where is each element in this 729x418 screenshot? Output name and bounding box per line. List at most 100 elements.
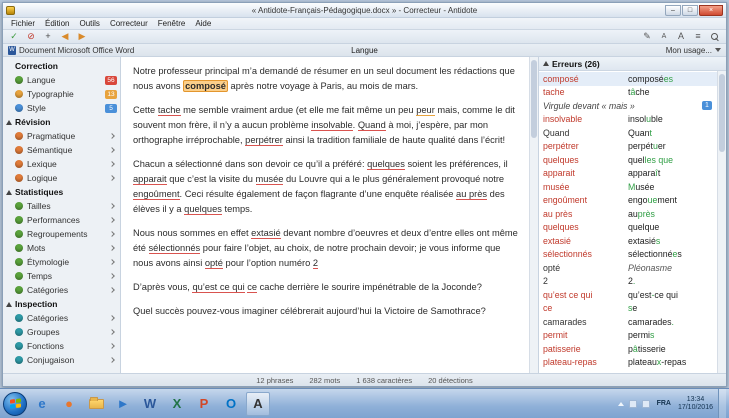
error-row[interactable]: ce se (539, 302, 717, 316)
error-row[interactable]: camarades camarades. (539, 315, 717, 329)
sidebar-item-fonctions[interactable]: Fonctions (3, 339, 120, 353)
error-word[interactable]: composé (183, 80, 228, 92)
approve-icon[interactable]: ✓ (7, 31, 21, 43)
error-row[interactable]: permit permis (539, 329, 717, 343)
document-scrollbar-thumb[interactable] (531, 60, 537, 138)
error-row[interactable]: opté Pléonasme (539, 261, 717, 275)
taskbar-firefox[interactable]: ● (57, 392, 81, 416)
taskbar-word[interactable]: W (138, 392, 162, 416)
sidebar-item-conjugaison[interactable]: Conjugaison (3, 353, 120, 367)
sidebar-item-style[interactable]: Style 5 (3, 101, 120, 115)
menu-fichier[interactable]: Fichier (6, 19, 40, 28)
error-word[interactable]: engoûment (133, 189, 180, 200)
section-revision[interactable]: Révision (3, 115, 120, 129)
error-row[interactable]: 2 2. (539, 275, 717, 289)
sidebar-item-pragmatique[interactable]: Pragmatique (3, 129, 120, 143)
sidebar-item-temps[interactable]: Temps (3, 269, 120, 283)
title-bar[interactable]: « Antidote-Français-Pédagogique.docx » -… (3, 3, 726, 18)
sidebar-item-regroupements[interactable]: Regroupements (3, 227, 120, 241)
error-word[interactable]: quelques (184, 204, 222, 215)
error-word[interactable]: sélectionnés (148, 243, 201, 254)
taskbar-powerpoint[interactable]: P (192, 392, 216, 416)
search-icon[interactable] (708, 31, 722, 43)
volume-icon[interactable] (641, 399, 650, 408)
menu-aide[interactable]: Aide (190, 19, 216, 28)
next-detection-icon[interactable]: ▶ (75, 31, 89, 43)
error-word[interactable]: 2 (312, 258, 319, 269)
sidebar-item-semantique[interactable]: Sémantique (3, 143, 120, 157)
error-row[interactable]: Quand Quant (539, 126, 717, 140)
errors-header[interactable]: Erreurs (26) (539, 57, 726, 71)
previous-detection-icon[interactable]: ◀ (58, 31, 72, 43)
sidebar-item-categories[interactable]: Catégories (3, 283, 120, 297)
sidebar-item-performances[interactable]: Performances (3, 213, 120, 227)
menu-edition[interactable]: Édition (40, 19, 74, 28)
menu-outils[interactable]: Outils (74, 19, 104, 28)
section-inspection[interactable]: Inspection (3, 297, 120, 311)
font-decrease-icon[interactable]: A (657, 31, 671, 43)
maximize-button[interactable]: □ (682, 4, 698, 16)
error-word[interactable]: peur (416, 105, 435, 116)
sidebar-item-groupes[interactable]: Groupes (3, 325, 120, 339)
error-word[interactable]: opté (204, 258, 223, 269)
error-word[interactable]: perpétrer (245, 135, 283, 146)
sidebar-item-tailles[interactable]: Tailles (3, 199, 120, 213)
taskbar-media-player[interactable]: ► (111, 392, 135, 416)
taskbar-excel[interactable]: X (165, 392, 189, 416)
error-row[interactable]: extasié extasiés (539, 234, 717, 248)
error-word[interactable]: apparait (133, 174, 167, 185)
settings-icon[interactable]: ≡ (691, 31, 705, 43)
error-word[interactable]: qu’est ce qui (192, 282, 245, 293)
sidebar-item-langue[interactable]: Langue 56 (3, 73, 120, 87)
ignore-icon[interactable]: ⊘ (24, 31, 38, 43)
taskbar-explorer[interactable] (84, 392, 108, 416)
error-word[interactable]: au près (456, 189, 488, 200)
taskbar-internet-explorer[interactable]: e (30, 392, 54, 416)
show-desktop-button[interactable] (718, 389, 726, 418)
sidebar-item-logique[interactable]: Logique (3, 171, 120, 185)
error-word[interactable]: extasié (251, 228, 281, 239)
sidebar-item-lexique[interactable]: Lexique (3, 157, 120, 171)
language-indicator[interactable]: FRA (655, 400, 673, 407)
error-row[interactable]: sélectionnés sélectionnées (539, 248, 717, 262)
error-row[interactable]: patisserie pâtisserie (539, 342, 717, 356)
error-row[interactable]: perpétrer perpétuer (539, 140, 717, 154)
font-increase-icon[interactable]: A (674, 31, 688, 43)
error-row[interactable]: plateau-repas plateaux-repas (539, 356, 717, 370)
taskbar-clock[interactable]: 13:34 17/10/2016 (678, 396, 713, 412)
hidden-icons-arrow[interactable] (617, 401, 624, 406)
taskbar-antidote[interactable]: A (246, 391, 270, 416)
document-scrollbar[interactable] (529, 57, 538, 373)
add-to-dictionary-icon[interactable]: + (41, 31, 55, 43)
error-row[interactable]: qu’est ce qui qu’est-ce qui (539, 288, 717, 302)
minimize-button[interactable]: – (665, 4, 681, 16)
error-word[interactable]: insolvable (311, 120, 353, 131)
error-row[interactable]: musée Musée (539, 180, 717, 194)
error-word[interactable]: Quand (357, 120, 386, 131)
taskbar-outlook[interactable]: O (219, 392, 243, 416)
sidebar-item-categories[interactable]: Catégories (3, 311, 120, 325)
network-icon[interactable] (628, 399, 637, 408)
sidebar-item-typographie[interactable]: Typographie 13 (3, 87, 120, 101)
error-row[interactable]: tache tâche (539, 86, 717, 100)
usage-dropdown[interactable]: Mon usage... (666, 46, 721, 55)
menu-fenetre[interactable]: Fenêtre (153, 19, 191, 28)
error-row[interactable]: insolvable insoluble (539, 113, 717, 127)
start-button[interactable] (3, 391, 27, 416)
error-row[interactable]: quelques quelles que (539, 153, 717, 167)
errors-scrollbar-thumb[interactable] (719, 74, 725, 152)
error-row[interactable]: au près auprès (539, 207, 717, 221)
section-correction[interactable]: Correction (3, 59, 120, 73)
section-statistiques[interactable]: Statistiques (3, 185, 120, 199)
error-word[interactable]: quelques (367, 159, 405, 170)
error-row[interactable]: engoûment engouement (539, 194, 717, 208)
error-row[interactable]: apparait apparaît (539, 167, 717, 181)
edit-icon[interactable]: ✎ (640, 31, 654, 43)
menu-correcteur[interactable]: Correcteur (105, 19, 153, 28)
error-word[interactable]: tache (157, 105, 181, 116)
sidebar-item-mots[interactable]: Mots (3, 241, 120, 255)
error-word[interactable]: musée (255, 174, 284, 185)
error-word[interactable]: ce (247, 282, 258, 293)
close-button[interactable]: × (699, 4, 723, 16)
text-content[interactable]: Notre professeur principal m’a demandé d… (121, 57, 529, 373)
